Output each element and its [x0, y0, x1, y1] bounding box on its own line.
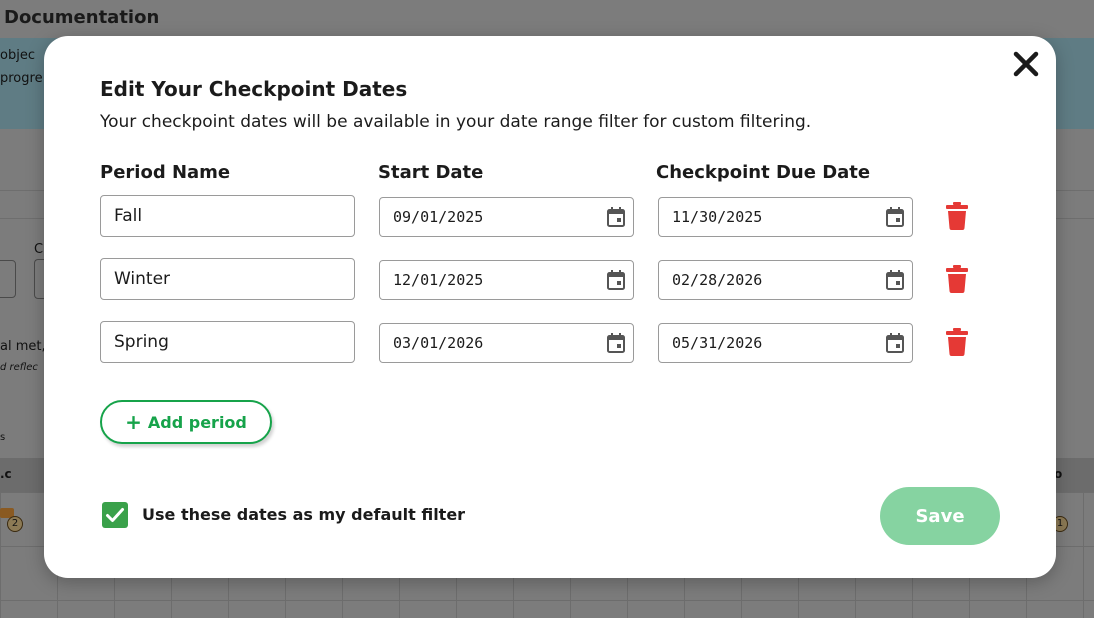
- start-date-input[interactable]: 12/01/2025: [379, 260, 634, 300]
- close-icon: [1013, 51, 1039, 77]
- period-name-input[interactable]: [100, 258, 355, 300]
- period-row: 12/01/2025 02/28/2026: [44, 258, 1056, 300]
- period-name-input[interactable]: [100, 195, 355, 237]
- save-button[interactable]: Save: [880, 487, 1000, 545]
- modal-title: Edit Your Checkpoint Dates: [100, 77, 408, 101]
- calendar-icon[interactable]: [607, 270, 625, 290]
- calendar-icon[interactable]: [607, 333, 625, 353]
- due-date-input[interactable]: 11/30/2025: [658, 197, 913, 237]
- add-period-button[interactable]: + Add period: [100, 400, 272, 444]
- checkmark-icon: [106, 508, 124, 522]
- due-date-input[interactable]: 05/31/2026: [658, 323, 913, 363]
- calendar-icon[interactable]: [886, 333, 904, 353]
- start-date-value: 09/01/2025: [393, 208, 484, 226]
- background-checkbox: [0, 260, 16, 298]
- column-header-start-date: Start Date: [378, 162, 484, 183]
- default-filter-checkbox[interactable]: [102, 502, 128, 528]
- background-text: s: [0, 432, 6, 443]
- calendar-icon[interactable]: [886, 207, 904, 227]
- plus-icon: +: [125, 410, 142, 434]
- column-header-period-name: Period Name: [100, 162, 231, 183]
- table-column-label: .c: [0, 467, 12, 481]
- period-row: 09/01/2025 11/30/2025: [44, 195, 1056, 237]
- count-badge: 2: [7, 516, 23, 532]
- calendar-icon[interactable]: [607, 207, 625, 227]
- start-date-value: 03/01/2026: [393, 334, 484, 352]
- close-button[interactable]: [1012, 50, 1040, 78]
- due-date-value: 02/28/2026: [672, 271, 763, 289]
- due-date-value: 11/30/2025: [672, 208, 763, 226]
- page-title: Documentation: [4, 7, 160, 28]
- banner-text: objec: [0, 48, 35, 63]
- start-date-input[interactable]: 03/01/2026: [379, 323, 634, 363]
- column-header-due-date: Checkpoint Due Date: [656, 162, 871, 183]
- banner-text: progre: [0, 71, 43, 86]
- start-date-value: 12/01/2025: [393, 271, 484, 289]
- period-name-input[interactable]: [100, 321, 355, 363]
- background-italic-text: d reflec: [0, 362, 38, 373]
- delete-period-trash-icon[interactable]: [946, 265, 968, 293]
- start-date-input[interactable]: 09/01/2025: [379, 197, 634, 237]
- edit-checkpoint-dates-modal: Edit Your Checkpoint Dates Your checkpoi…: [44, 36, 1056, 578]
- field-label: C: [34, 242, 44, 257]
- delete-period-trash-icon[interactable]: [946, 328, 968, 356]
- due-date-value: 05/31/2026: [672, 334, 763, 352]
- modal-subtitle: Your checkpoint dates will be available …: [100, 112, 812, 132]
- due-date-input[interactable]: 02/28/2026: [658, 260, 913, 300]
- background-text: al met,: [0, 339, 46, 354]
- default-filter-label[interactable]: Use these dates as my default filter: [142, 505, 465, 524]
- delete-period-trash-icon[interactable]: [946, 202, 968, 230]
- calendar-icon[interactable]: [886, 270, 904, 290]
- period-row: 03/01/2026 05/31/2026: [44, 321, 1056, 363]
- add-period-label: Add period: [147, 412, 247, 432]
